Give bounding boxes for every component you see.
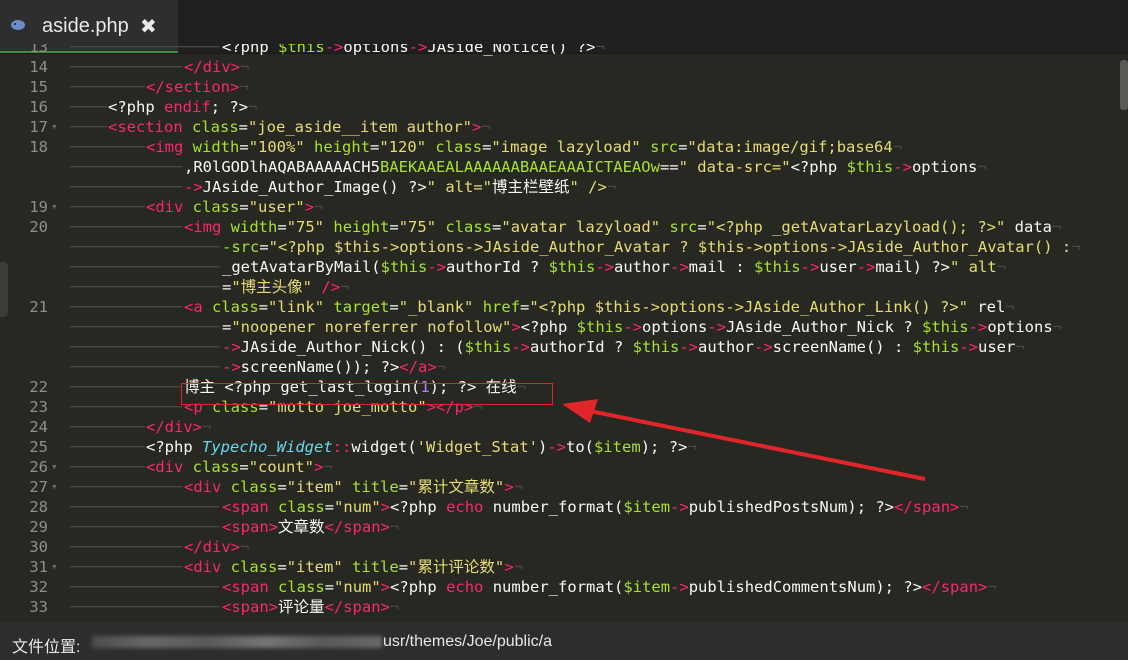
file-location-label: 文件位置: xyxy=(12,639,81,656)
annotation-arrow xyxy=(562,399,926,481)
file-location-path: usr/themes/Joe/public/a xyxy=(383,633,552,650)
blurred-path-segment xyxy=(92,636,382,648)
status-bar: 文件位置: usr/themes/Joe/public/a xyxy=(0,622,1128,660)
